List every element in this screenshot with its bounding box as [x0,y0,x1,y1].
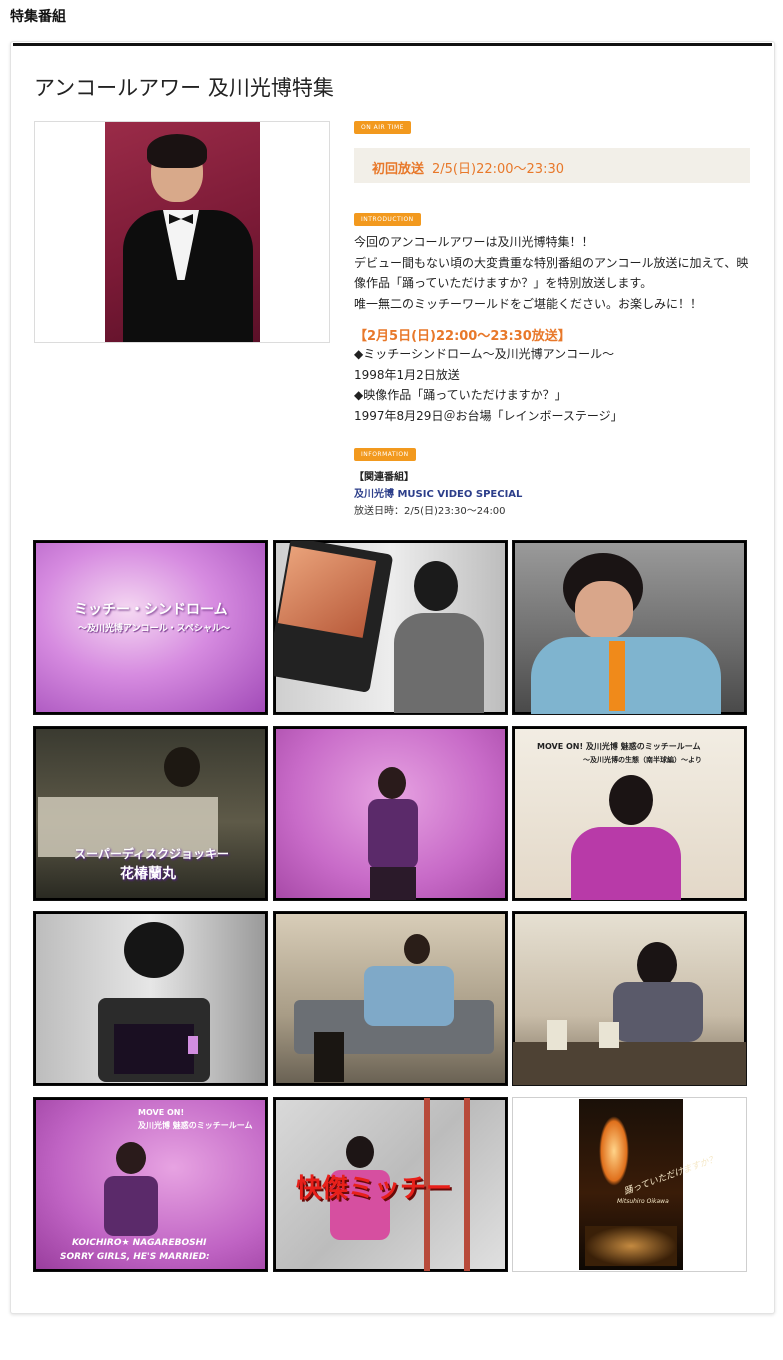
schedule-line: ◆ミッチーシンドローム〜及川光博アンコール〜 [354,347,615,361]
gallery-thumb-9[interactable] [512,911,747,1086]
gallery-thumb-4[interactable]: スーパーディスクジョッキー 花椿蘭丸 [33,726,268,901]
air-time-box: 初回放送 2/5(日)22:00〜23:30 [354,148,750,183]
schedule-line: 1998年1月2日放送 [354,367,460,382]
intro-line: 唯一無二のミッチーワールドをご堪能ください。お楽しみに！！ [354,296,703,311]
gallery-thumb-10[interactable]: MOVE ON! 及川光博 魅惑のミッチールーム KOICHIRO★ NAGAR… [33,1097,268,1272]
schedule-heading: 【2月5日(日)22:00〜23:30放送】 [354,329,571,344]
card-top-border [13,43,772,46]
thumb-caption: 〜及川光博の生態（南半球編）〜より [583,756,702,764]
thumb-caption: MOVE ON! 及川光博 魅惑のミッチールーム [537,742,701,751]
thumb-caption: MOVE ON! [138,1108,185,1117]
introduction-text: 今回のアンコールアワーは及川光博特集！！ デビュー間もない頃の大変貴重な特別番組… [354,232,754,314]
gallery-thumb-2[interactable] [273,540,508,715]
related-program-label: 【関連番組】 [354,472,414,483]
thumb-caption: スーパーディスクジョッキー [74,847,230,861]
schedule-line: ◆映像作品「踊っていただけますか？」 [354,388,567,402]
gallery-thumb-11[interactable]: 快傑ミッチー [273,1097,508,1272]
gallery-thumb-12[interactable]: 踊っていただけますか？ Mitsuhiro Oikawa [512,1097,747,1272]
on-air-time-tag: ON AIR TIME [354,121,411,134]
gallery-thumb-3[interactable] [512,540,747,715]
air-time-label: 初回放送 [372,162,425,177]
thumb-caption: 〜及川光博アンコール・スペシャル〜 [78,624,231,634]
information-tag: INFORMATION [354,448,416,461]
related-program-time: 放送日時：2/5(日)23:30〜24:00 [354,506,506,517]
intro-line: 今回のアンコールアワーは及川光博特集！！ [354,235,594,249]
thumb-caption: SORRY GIRLS, HE'S MARRIED: [60,1252,210,1262]
thumb-caption: 快傑ミッチー [296,1174,453,1204]
introduction-tag: INTRODUCTION [354,213,421,226]
related-program-link[interactable]: 及川光博 MUSIC VIDEO SPECIAL [354,485,522,500]
air-time-value: 2/5(日)22:00〜23:30 [432,162,564,177]
intro-line: 像作品「踊っていただけますか？」を特別放送します。 [354,276,653,290]
gallery-thumb-6[interactable]: MOVE ON! 及川光博 魅惑のミッチールーム 〜及川光博の生態（南半球編）〜… [512,726,747,901]
thumb-caption: ミッチー・シンドローム [74,602,228,618]
thumb-caption: 花椿蘭丸 [120,866,176,882]
thumb-caption: Mitsuhiro Oikawa [617,1198,669,1205]
page-title: アンコールアワー 及川光博特集 [34,76,334,100]
gallery-thumb-1[interactable]: ミッチー・シンドローム 〜及川光博アンコール・スペシャル〜 [33,540,268,715]
program-card: アンコールアワー 及川光博特集 ON AIR TIME 初回放送 2/5(日)2… [10,41,775,1314]
main-photo [34,121,330,343]
gallery-thumb-7[interactable] [33,911,268,1086]
schedule-line: 1997年8月29日＠お台場「レインボーステージ」 [354,408,623,423]
portrait-image [105,122,260,342]
thumb-caption: KOICHIRO★ NAGAREBOSHI [72,1238,207,1248]
gallery-thumb-5[interactable] [273,726,508,901]
gallery-thumb-8[interactable] [273,911,508,1086]
intro-line: デビュー間もない頃の大変貴重な特別番組のアンコール放送に加えて、映 [354,255,749,270]
schedule-list: ◆ミッチーシンドローム〜及川光博アンコール〜 1998年1月2日放送 ◆映像作品… [354,344,623,426]
thumb-caption: 及川光博 魅惑のミッチールーム [138,1121,253,1130]
section-title: 特集番組 [10,9,66,25]
